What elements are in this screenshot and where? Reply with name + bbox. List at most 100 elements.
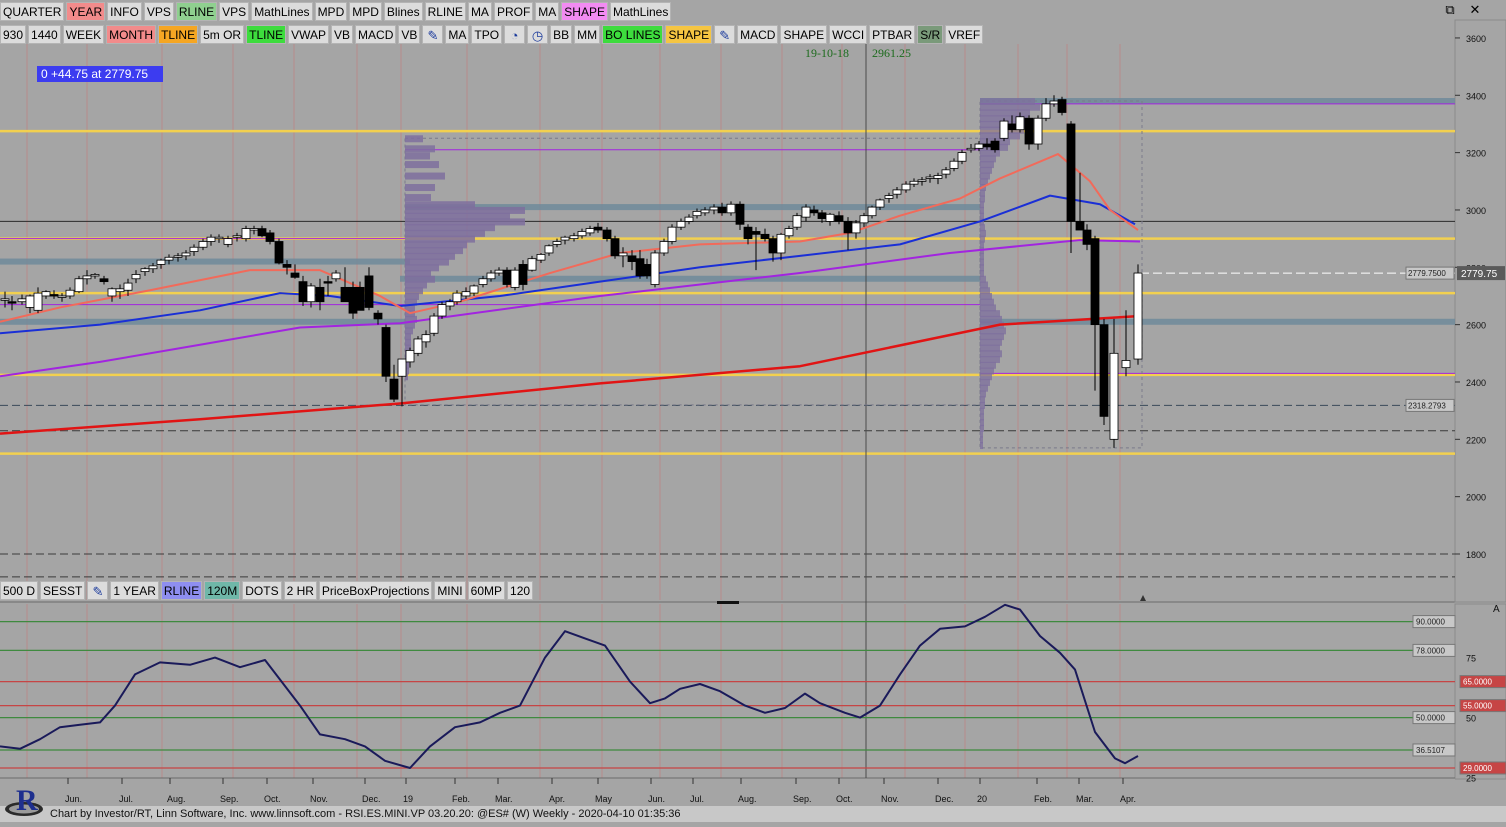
pencil-icon[interactable]: ✎ [422,24,444,44]
tb2-button-macd[interactable]: MACD [355,24,397,44]
chart-area[interactable]: 3600340032003000280026002400220020001800… [0,0,1506,822]
candle-body-3 [25,295,35,308]
tb2-button-macd[interactable]: MACD [737,24,779,44]
tb2-button-1440[interactable]: 1440 [28,24,61,44]
tb2-button-tpo[interactable]: TPO [471,24,503,44]
candle-body-31 [257,228,267,237]
candle-body-16 [131,274,141,280]
price-tick-8: 2000 [1466,493,1486,503]
tb3-button-120[interactable]: 120 [507,580,534,600]
candle-body-136 [1133,272,1143,360]
candle-body-5 [41,291,51,297]
candle-body-78 [642,264,652,277]
price-tick-9: 1800 [1466,550,1486,560]
candle-body-102 [843,221,853,234]
tb1-button-prof[interactable]: PROF [493,1,534,21]
candle-body-135 [1121,360,1131,369]
tb2-button-ma[interactable]: MA [445,24,470,44]
candle-body-62 [510,269,520,288]
tb1-button-mathlines[interactable]: MathLines [251,1,313,21]
tb3-button-dots[interactable]: DOTS [242,580,282,600]
pencil-icon[interactable]: ✎ [87,580,109,600]
tb2-button-930[interactable]: 930 [0,24,27,44]
candle-body-109 [901,183,911,191]
profile-2-bar-60 [980,442,983,450]
tb1-button-rline[interactable]: RLINE [175,1,218,21]
tb2-button-vb[interactable]: VB [398,24,421,44]
marker-left-label: 2779.7500 [1408,269,1446,278]
x-tick-4: Oct. [264,794,281,804]
candle-body-84 [692,210,702,217]
tb2-button-bb[interactable]: BB [550,24,573,44]
tb3-button-rline[interactable]: RLINE [160,580,203,600]
rsi-panel [0,603,1455,769]
stopwatch-icon[interactable]: ◷ [527,24,549,44]
candle-body-123 [1015,116,1025,131]
tb2-button-5m-or[interactable]: 5m OR [200,24,245,44]
tb3-button-1-year[interactable]: 1 YEAR [110,580,159,600]
tb1-button-mpd[interactable]: MPD [314,1,348,21]
candlesticks [0,95,1143,448]
tb1-button-mpd[interactable]: MPD [349,1,382,21]
clock-icon[interactable]: ◔ [504,24,526,44]
pencil-icon[interactable]: ✎ [714,24,736,44]
tb1-button-year[interactable]: YEAR [66,1,106,21]
x-tick-19: 20 [977,794,987,804]
candle-body-58 [478,278,488,285]
tb2-button-shape[interactable]: SHAPE [780,24,828,44]
candle-body-113 [933,175,943,179]
candle-body-0 [0,298,10,301]
tb1-button-shape[interactable]: SHAPE [561,1,608,21]
close-window-icon[interactable]: ✕ [1467,2,1483,18]
tb3-button-sesst[interactable]: SESST [40,580,86,600]
tb1-button-mathlines[interactable]: MathLines [609,1,672,21]
tb2-button-s-r[interactable]: S/R [917,24,944,44]
tb1-button-info[interactable]: INFO [107,1,142,21]
price-tick-7: 2200 [1466,435,1486,445]
tb2-button-ptbar[interactable]: PTBAR [869,24,916,44]
candle-body-63 [518,264,528,285]
tb2-button-wcci[interactable]: WCCI [829,24,868,44]
tb1-button-ma[interactable]: MA [467,1,492,21]
candle-body-121 [999,120,1009,139]
profile-1-bar-6 [405,194,431,202]
candle-body-55 [452,292,462,303]
tb3-button-mini[interactable]: MINI [434,580,466,600]
candle-body-12 [99,278,109,283]
rsi-axis-bg [1454,603,1506,780]
tb2-button-week[interactable]: WEEK [62,24,105,44]
tb2-button-vb[interactable]: VB [331,24,354,44]
candle-body-99 [817,212,827,219]
tb1-button-rline[interactable]: RLINE [424,1,466,21]
tb2-button-vwap[interactable]: VWAP [288,24,330,44]
volume-profiles [405,98,1040,450]
candle-body-46 [381,327,391,377]
x-tick-5: Nov. [310,794,328,804]
tb3-button-60mp[interactable]: 60MP [467,580,506,600]
restore-window-icon[interactable]: ⧉ [1442,2,1458,18]
tb2-button-vref[interactable]: VREF [945,24,984,44]
tb3-button-500-d[interactable]: 500 D [0,580,39,600]
candle-body-88 [726,203,736,214]
tb1-button-quarter[interactable]: QUARTER [0,1,65,21]
candle-body-98 [809,209,819,214]
tb1-button-ma[interactable]: MA [535,1,560,21]
tb2-button-bo-lines[interactable]: BO LINES [602,24,664,44]
candle-body-122 [1007,123,1017,131]
x-tick-8: Feb. [452,794,470,804]
tb2-button-month[interactable]: MONTH [106,24,157,44]
tb3-button-120m[interactable]: 120M [204,580,241,600]
tb2-button-tline[interactable]: TLINE [158,24,199,44]
tb1-button-vps[interactable]: VPS [143,1,174,21]
scroll-thumb [717,601,739,604]
tb1-button-blines[interactable]: Blines [383,1,423,21]
tb2-button-mm[interactable]: MM [574,24,601,44]
tb2-button-tline[interactable]: TLINE [246,24,287,44]
tb3-button-priceboxprojections[interactable]: PriceBoxProjections [318,580,433,600]
tb2-button-shape[interactable]: SHAPE [665,24,713,44]
tb3-button-2-hr[interactable]: 2 HR [283,580,317,600]
x-tick-14: Aug. [738,794,757,804]
candle-body-73 [602,229,612,240]
price-tick-3: 3000 [1466,206,1486,216]
tb1-button-vps[interactable]: VPS [219,1,250,21]
